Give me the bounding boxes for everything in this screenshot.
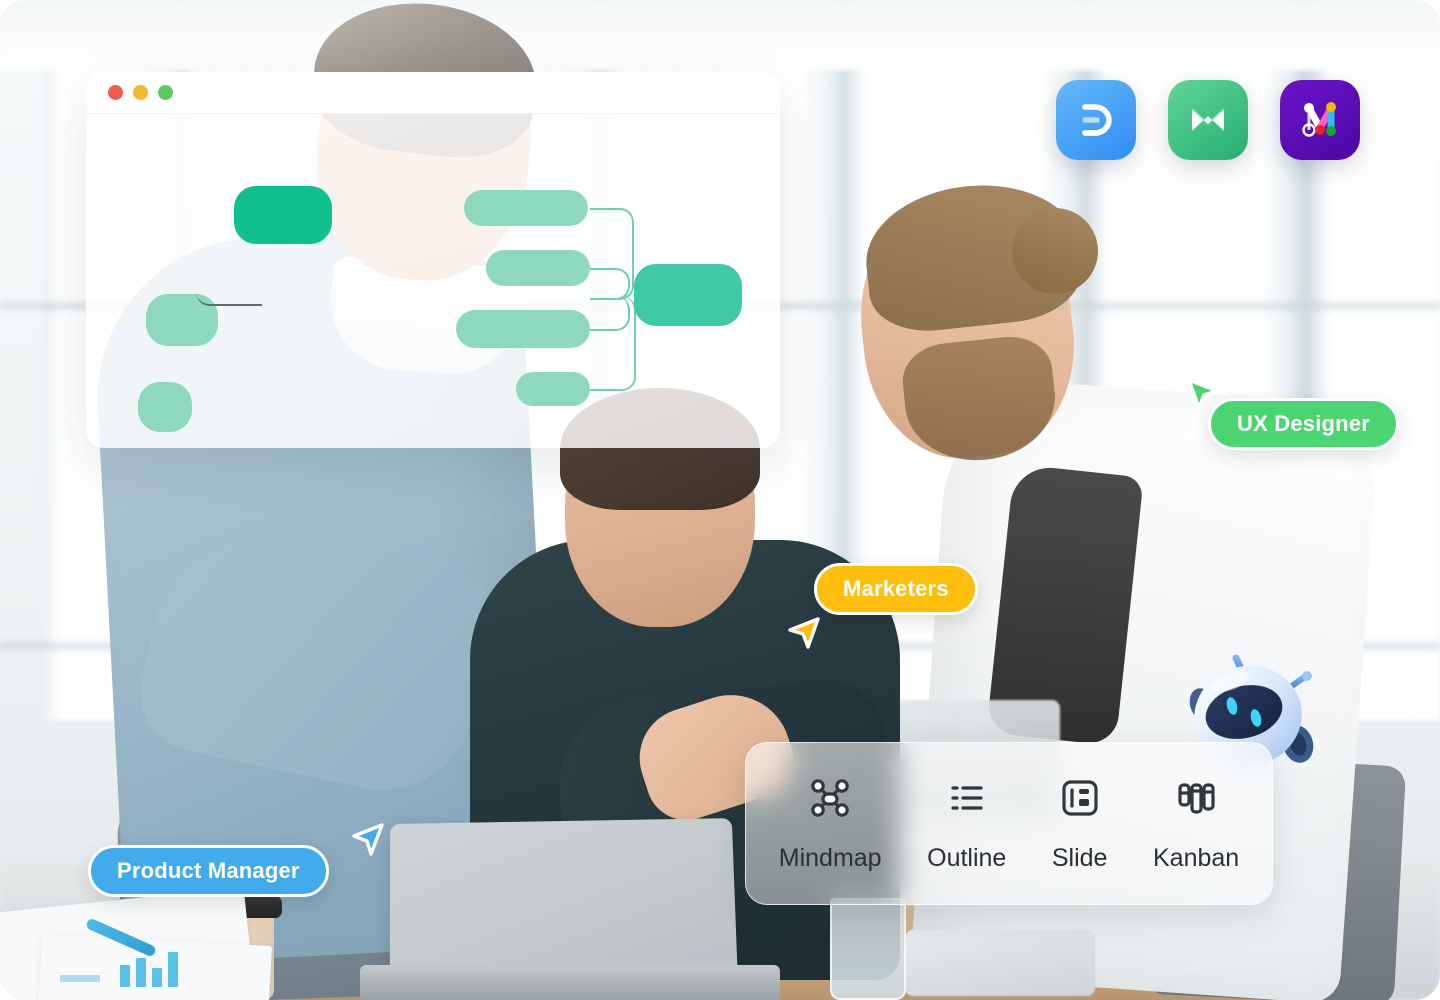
close-button[interactable] xyxy=(108,85,123,100)
mindmap-node-branch[interactable] xyxy=(456,310,590,348)
mindmap-window[interactable] xyxy=(86,72,780,448)
mindmap-node-branch[interactable] xyxy=(486,250,590,286)
tablet-device xyxy=(905,930,1095,996)
toolbar-label-slide: Slide xyxy=(1051,843,1108,872)
paper-chart-bar xyxy=(152,968,162,987)
marketers-badge[interactable]: Marketers xyxy=(814,563,978,615)
mindmap-node-branch[interactable] xyxy=(464,190,588,226)
mindmap-canvas[interactable] xyxy=(86,114,780,448)
slide-icon xyxy=(1057,775,1103,826)
edrawmind-glyph xyxy=(1191,108,1225,131)
ux-designer-badge-label: UX Designer xyxy=(1237,411,1371,436)
mindmap-connector xyxy=(196,262,262,306)
paper-chart-bar xyxy=(120,965,130,987)
paper-chart-bar xyxy=(168,952,178,987)
ux-designer-badge[interactable]: UX Designer xyxy=(1208,398,1400,450)
marketers-badge-label: Marketers xyxy=(843,576,949,601)
mindmap-icon xyxy=(807,775,853,826)
window-titlebar xyxy=(86,72,780,114)
edrawmax-glyph xyxy=(1082,104,1112,136)
mindmap-node-branch[interactable] xyxy=(138,382,192,432)
kanban-icon xyxy=(1173,775,1219,826)
edrawmind-icon[interactable] xyxy=(1168,80,1248,160)
mindmaster-glyph xyxy=(1302,102,1336,137)
marketers-cursor-icon xyxy=(781,608,825,652)
toolbar-label-kanban: Kanban xyxy=(1153,843,1240,872)
minimize-button[interactable] xyxy=(133,85,148,100)
toolbar-item-kanban[interactable]: Kanban xyxy=(1143,769,1249,879)
ceiling xyxy=(0,0,1440,70)
toolbar-item-outline[interactable]: Outline xyxy=(917,769,1016,879)
maximize-button[interactable] xyxy=(158,85,173,100)
mindmap-node-central[interactable] xyxy=(634,264,742,326)
product-manager-cursor-icon xyxy=(346,818,390,862)
toolbar-label-mindmap: Mindmap xyxy=(778,843,882,872)
toolbar-item-slide[interactable]: Slide xyxy=(1042,769,1118,879)
product-manager-badge[interactable]: Product Manager xyxy=(88,845,329,897)
paper-chart-bar xyxy=(136,958,146,987)
view-mode-toolbar[interactable]: Mindmap Outline Slide Kanban xyxy=(745,742,1273,905)
paper-chart-bar xyxy=(60,975,100,982)
screenshot-root: UX Designer Marketers Product Manager Mi… xyxy=(0,0,1440,1000)
mindmap-node-accent[interactable] xyxy=(234,186,332,244)
mindmap-node-branch[interactable] xyxy=(516,372,590,406)
person-right-hair-bun xyxy=(1012,208,1098,294)
laptop-keyboard xyxy=(360,965,780,1000)
outline-icon xyxy=(944,775,990,826)
toolbar-label-outline: Outline xyxy=(927,843,1007,872)
mindmaster-icon[interactable] xyxy=(1280,80,1360,160)
toolbar-item-mindmap[interactable]: Mindmap xyxy=(769,769,892,879)
product-manager-badge-label: Product Manager xyxy=(117,858,300,883)
edrawmax-icon[interactable] xyxy=(1056,80,1136,160)
mindmap-connector xyxy=(590,296,636,391)
water-glass xyxy=(830,898,906,1000)
